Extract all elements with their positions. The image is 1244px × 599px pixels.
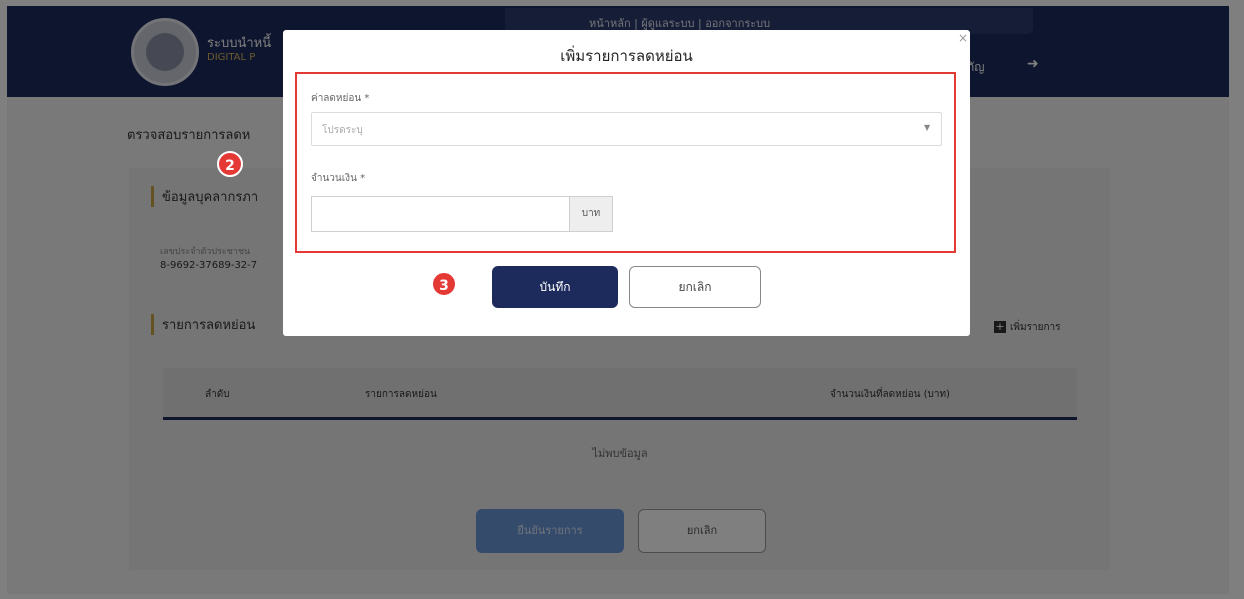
save-button[interactable]: บันทึก (492, 266, 618, 308)
step-badge-3: 3 (431, 271, 457, 297)
cancel-button[interactable]: ยกเลิก (629, 266, 761, 308)
add-deduction-modal: เพิ่มรายการลดหย่อน × ค่าลดหย่อน * โปรดระ… (283, 30, 970, 336)
chevron-down-icon: ▼ (924, 123, 931, 132)
amount-label: จำนวนเงิน * (311, 173, 366, 184)
modal-title: เพิ่มรายการลดหย่อน (560, 47, 693, 65)
deduction-type-select[interactable]: โปรดระบุ ▼ (311, 112, 942, 146)
close-icon[interactable]: × (958, 31, 968, 45)
deduction-type-placeholder: โปรดระบุ (322, 125, 363, 136)
step-badge-2: 2 (217, 151, 243, 177)
amount-input[interactable] (311, 196, 569, 232)
currency-addon: บาท (569, 196, 613, 232)
deduction-type-label: ค่าลดหย่อน * (311, 93, 370, 104)
highlight-box: ค่าลดหย่อน * โปรดระบุ ▼ จำนวนเงิน * บาท (295, 72, 956, 253)
